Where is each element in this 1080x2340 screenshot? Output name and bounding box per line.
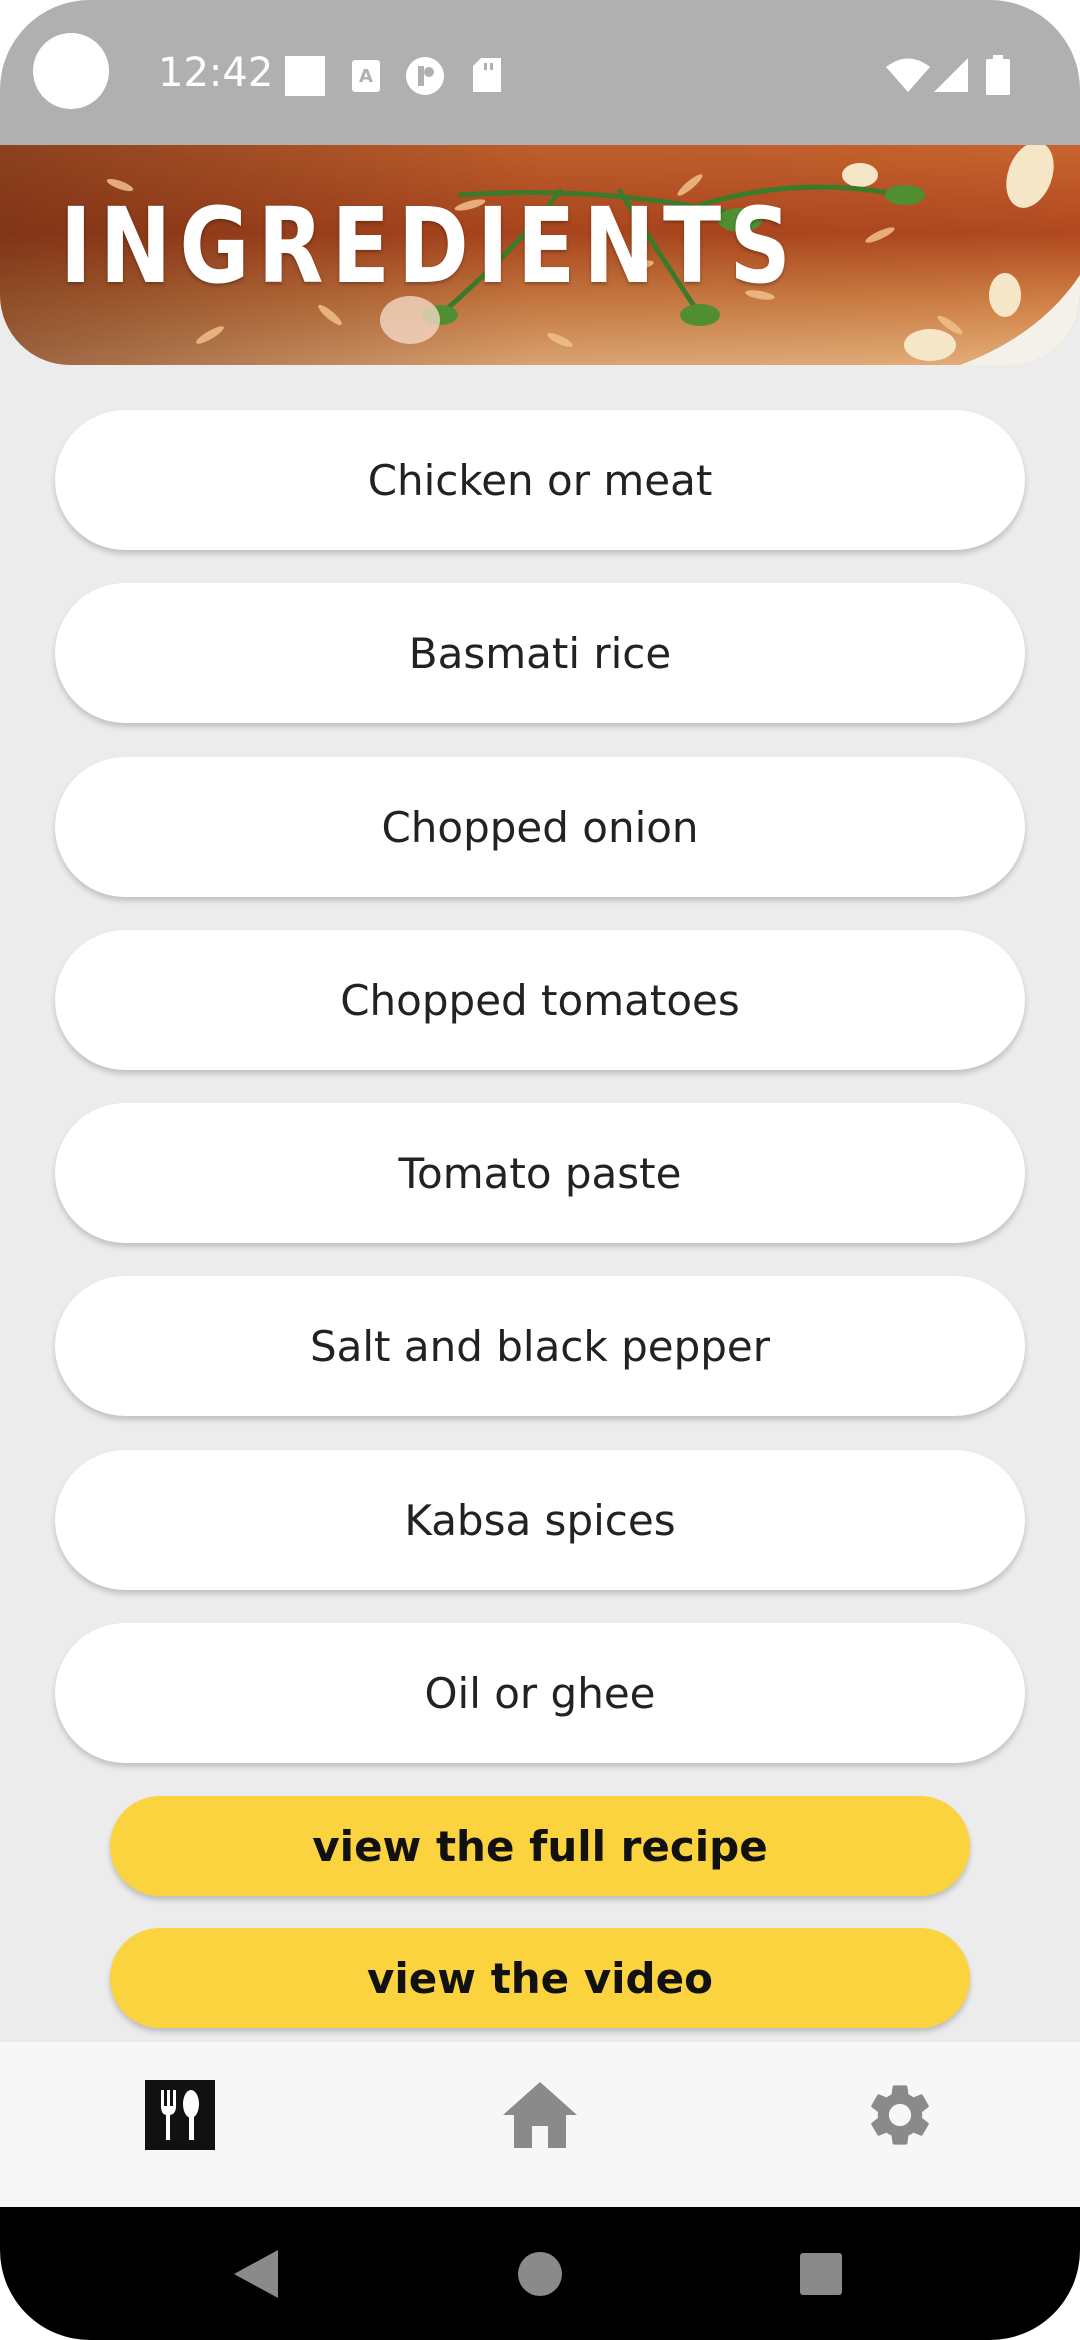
view-full-recipe-button[interactable]: view the full recipe xyxy=(110,1796,970,1896)
ingredient-item[interactable]: Oil or ghee xyxy=(55,1623,1025,1763)
ingredient-item[interactable]: Chopped onion xyxy=(55,757,1025,897)
view-video-button[interactable]: view the video xyxy=(110,1928,970,2028)
nav-item-settings[interactable] xyxy=(855,2070,945,2160)
svg-text:A: A xyxy=(359,66,373,87)
status-bar: 12:42 A xyxy=(0,0,1080,145)
phone-screen: 12:42 A INGREDIENTS Chicken or meat Basm… xyxy=(0,0,1080,2340)
camera-cutout xyxy=(33,33,109,109)
home-icon xyxy=(503,2082,577,2148)
header-banner: INGREDIENTS xyxy=(0,145,1080,365)
battery-icon xyxy=(986,55,1010,95)
back-icon[interactable] xyxy=(234,2250,278,2298)
nav-item-home[interactable] xyxy=(495,2070,585,2160)
home-circle-icon[interactable] xyxy=(518,2252,562,2296)
pocket-icon xyxy=(406,57,444,95)
ingredient-item[interactable]: Basmati rice xyxy=(55,583,1025,723)
nav-item-ingredients[interactable] xyxy=(135,2070,225,2160)
ingredient-item[interactable]: Tomato paste xyxy=(55,1103,1025,1243)
ingredient-item[interactable]: Chicken or meat xyxy=(55,410,1025,550)
ingredient-item[interactable]: Kabsa spices xyxy=(55,1450,1025,1590)
status-time: 12:42 xyxy=(158,50,274,96)
ingredient-item[interactable]: Chopped tomatoes xyxy=(55,930,1025,1070)
sd-card-icon xyxy=(473,58,501,92)
wifi-icon xyxy=(886,58,930,92)
signal-icon xyxy=(934,58,968,92)
page-title: INGREDIENTS xyxy=(60,185,799,307)
translate-icon: A xyxy=(352,60,380,92)
square-notification-icon xyxy=(285,56,325,96)
recents-icon[interactable] xyxy=(800,2253,842,2295)
gear-icon xyxy=(871,2085,929,2145)
bottom-navigation xyxy=(0,2042,1080,2207)
restaurant-icon xyxy=(145,2080,215,2150)
ingredient-item[interactable]: Salt and black pepper xyxy=(55,1276,1025,1416)
system-navigation-bar xyxy=(0,2207,1080,2340)
